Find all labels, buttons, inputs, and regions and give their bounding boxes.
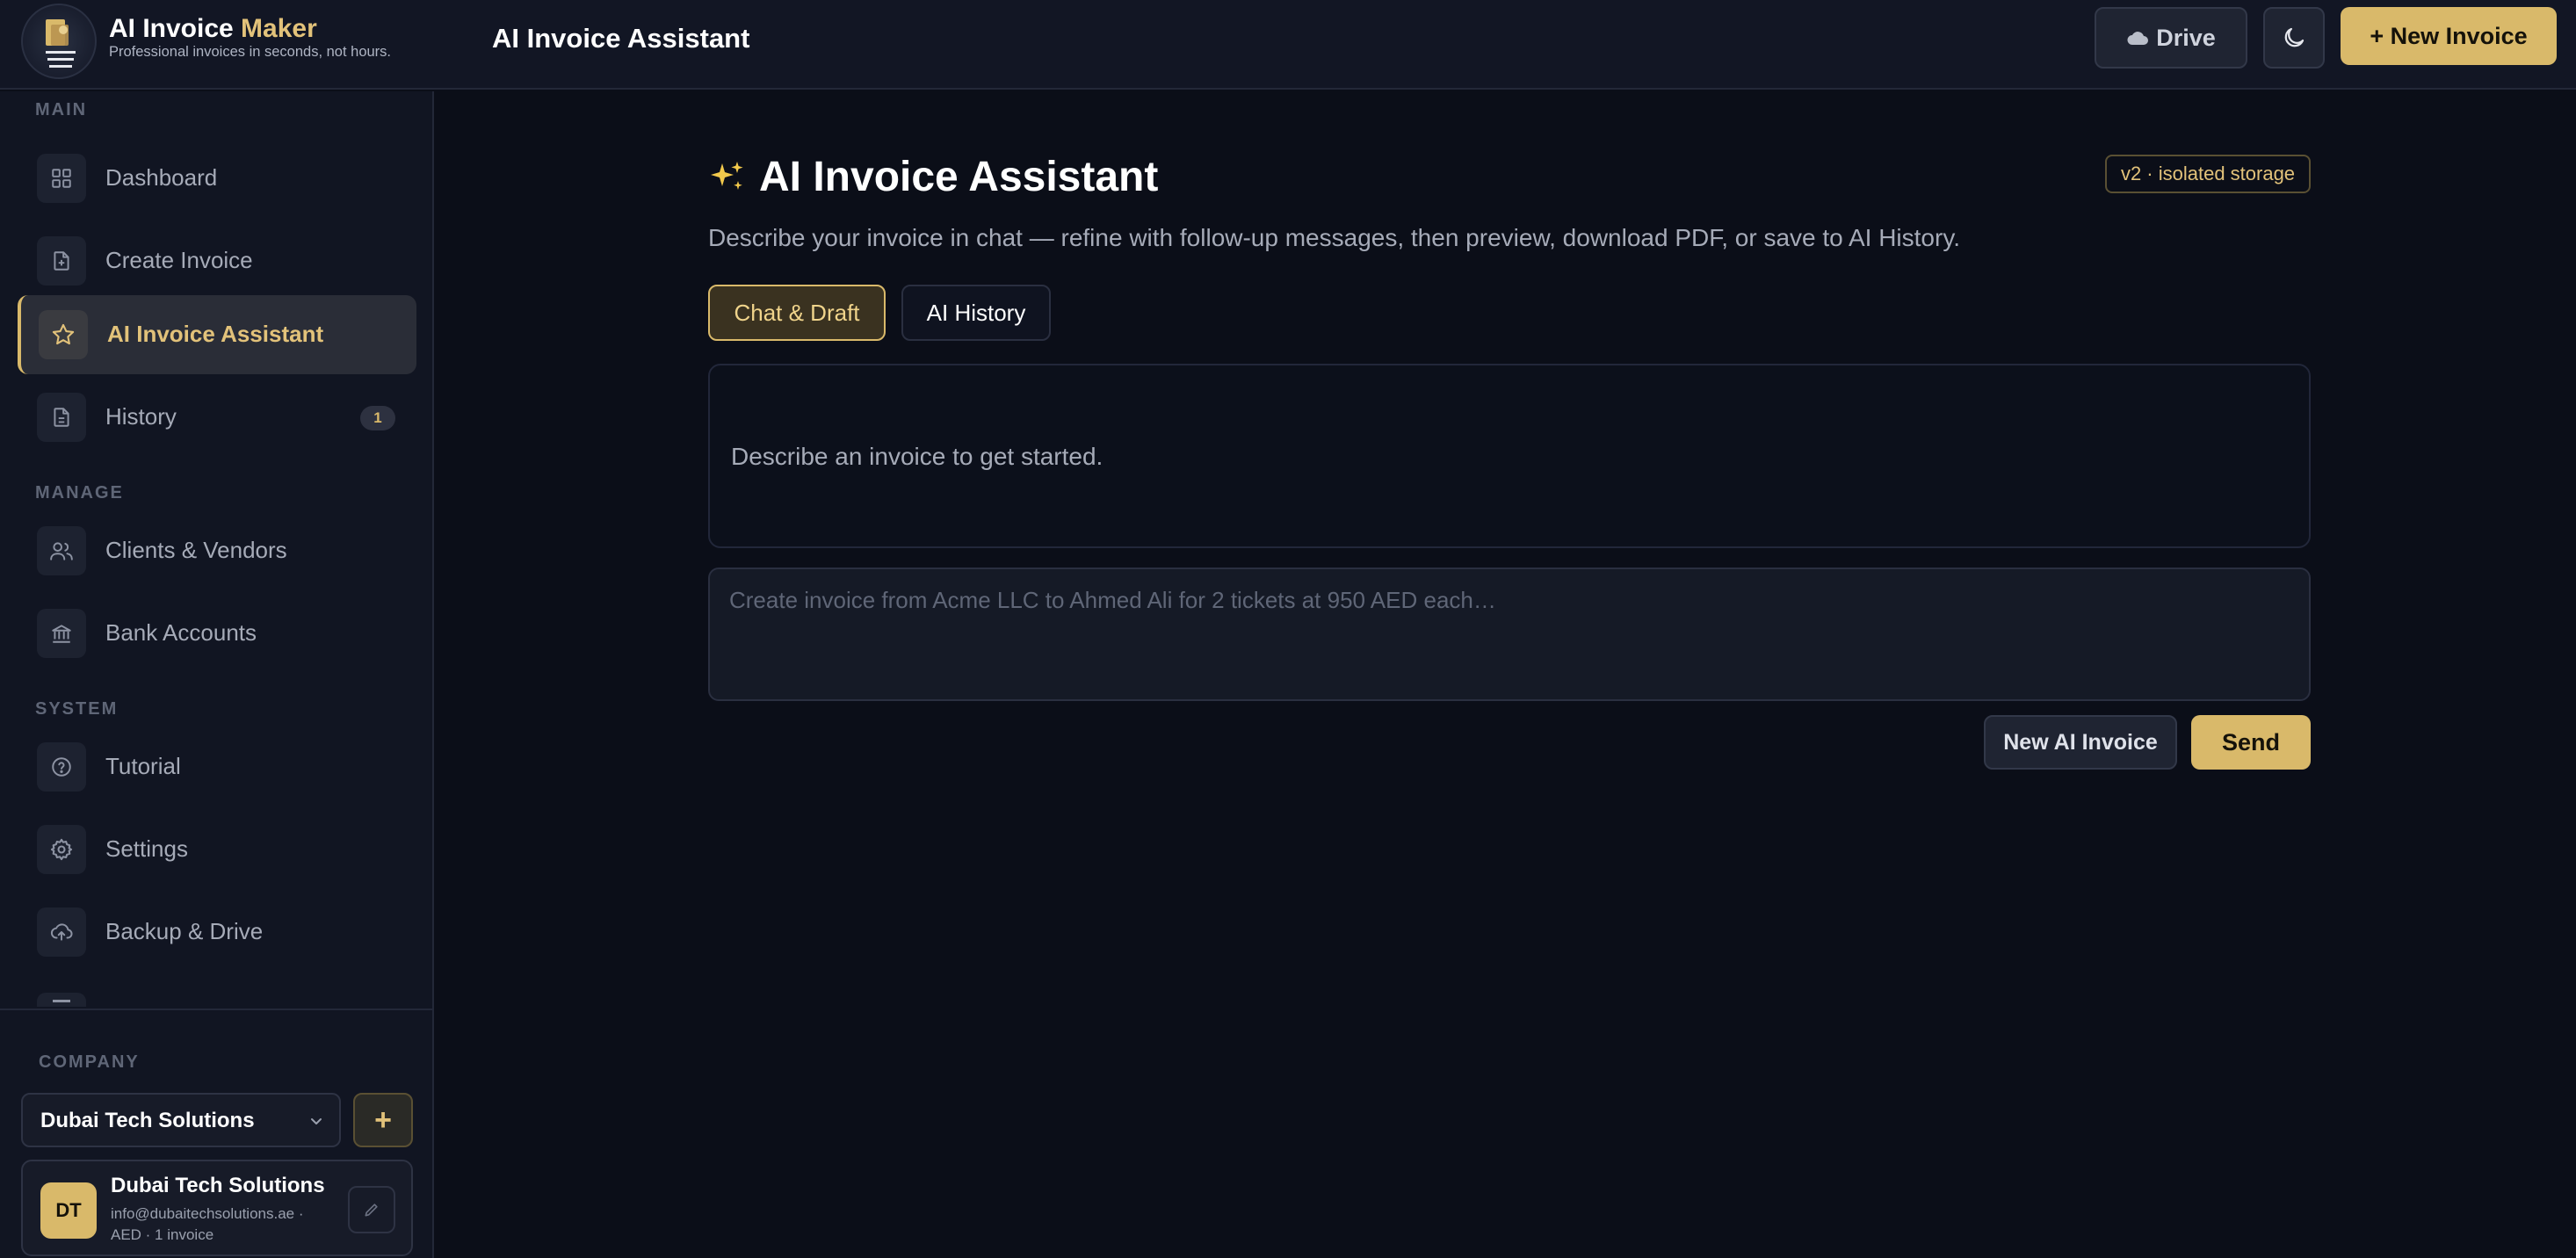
- app-title: AI Invoice Maker: [109, 14, 317, 44]
- gear-icon: [37, 825, 86, 874]
- file-plus-icon: [37, 236, 86, 286]
- tab-ai-history[interactable]: AI History: [901, 285, 1051, 341]
- new-invoice-button[interactable]: + New Invoice: [2341, 7, 2557, 65]
- chat-panel: Describe an invoice to get started.: [708, 364, 2311, 548]
- overflow-icon: [53, 1000, 70, 1002]
- main-title-text: AI Invoice Assistant: [759, 154, 1159, 200]
- theme-toggle-button[interactable]: [2263, 7, 2325, 69]
- document-icon: [37, 393, 86, 442]
- tab-chat-draft[interactable]: Chat & Draft: [708, 285, 886, 341]
- main-title: AI Invoice Assistant: [708, 153, 1158, 201]
- app-tagline: Professional invoices in seconds, not ho…: [109, 44, 392, 60]
- pencil-icon: [363, 1201, 380, 1218]
- section-label-main: MAIN: [35, 100, 88, 119]
- sidebar: MAIN Dashboard Create Invoice AI Invoice…: [0, 91, 434, 1258]
- section-label-manage: MANAGE: [35, 483, 124, 502]
- sidebar-item-label: AI Invoice Assistant: [107, 321, 324, 347]
- users-icon: [37, 526, 86, 575]
- drive-button[interactable]: Drive: [2095, 7, 2247, 69]
- cloud-upload-icon: [37, 907, 86, 957]
- sidebar-item-settings[interactable]: Settings: [18, 810, 416, 889]
- grid-icon: [37, 154, 86, 203]
- sidebar-item-dashboard[interactable]: Dashboard: [18, 139, 416, 218]
- version-badge: v2 · isolated storage: [2105, 155, 2311, 193]
- company-card: DT Dubai Tech Solutions info@dubaitechso…: [21, 1160, 413, 1256]
- drive-button-label: Drive: [2156, 24, 2216, 51]
- app-title-accent: Maker: [241, 14, 317, 43]
- send-button[interactable]: Send: [2191, 715, 2311, 770]
- company-select[interactable]: Dubai Tech Solutions: [21, 1093, 341, 1147]
- edit-company-button[interactable]: [348, 1186, 395, 1233]
- sidebar-item-backup-drive[interactable]: Backup & Drive: [18, 893, 416, 972]
- logo-icon[interactable]: [21, 4, 97, 79]
- star-icon: [39, 310, 88, 359]
- sidebar-item-label: Dashboard: [105, 164, 218, 191]
- help-circle-icon: [37, 742, 86, 792]
- sparkles-icon: [708, 158, 747, 197]
- company-name: Dubai Tech Solutions: [111, 1174, 325, 1197]
- chat-empty-message: Describe an invoice to get started.: [731, 443, 1103, 470]
- sidebar-item-ai-invoice-assistant[interactable]: AI Invoice Assistant: [18, 295, 416, 374]
- prompt-input[interactable]: Create invoice from Acme LLC to Ahmed Al…: [708, 568, 2311, 701]
- sidebar-item-label: Create Invoice: [105, 247, 253, 273]
- sidebar-item-label: Clients & Vendors: [105, 537, 287, 563]
- sidebar-divider: [0, 1009, 432, 1010]
- sidebar-item-bank-accounts[interactable]: Bank Accounts: [18, 594, 416, 673]
- sidebar-item-history[interactable]: History 1: [18, 378, 416, 457]
- top-bar: AI Invoice Maker Professional invoices i…: [0, 0, 2576, 90]
- page-title: AI Invoice Assistant: [492, 23, 750, 54]
- bank-icon: [37, 609, 86, 658]
- history-count-badge: 1: [360, 406, 395, 430]
- sidebar-item-label: Settings: [105, 835, 188, 862]
- section-label-company: COMPANY: [39, 1052, 140, 1072]
- avatar: DT: [40, 1182, 97, 1239]
- company-email: info@dubaitechsolutions.ae ·: [111, 1205, 304, 1222]
- sidebar-item-clients-vendors[interactable]: Clients & Vendors: [18, 511, 416, 590]
- moon-icon: [2281, 25, 2307, 51]
- sidebar-item-label: History: [105, 403, 177, 430]
- section-label-system: SYSTEM: [35, 699, 119, 719]
- add-company-button[interactable]: +: [353, 1093, 413, 1147]
- company-select-value: Dubai Tech Solutions: [40, 1109, 255, 1132]
- company-meta: AED · 1 invoice: [111, 1226, 214, 1243]
- sidebar-item-overflow[interactable]: [37, 993, 86, 1007]
- sidebar-item-label: Tutorial: [105, 753, 181, 779]
- sidebar-item-label: Bank Accounts: [105, 619, 257, 646]
- chevron-down-icon: [308, 1112, 325, 1130]
- main-description: Describe your invoice in chat — refine w…: [708, 224, 1961, 251]
- app-title-main: AI Invoice: [109, 14, 242, 43]
- sidebar-item-create-invoice[interactable]: Create Invoice: [18, 221, 416, 300]
- prompt-placeholder: Create invoice from Acme LLC to Ahmed Al…: [729, 587, 1496, 613]
- sidebar-item-tutorial[interactable]: Tutorial: [18, 727, 416, 806]
- new-ai-invoice-button[interactable]: New AI Invoice: [1984, 715, 2177, 770]
- cloud-icon: [2126, 29, 2149, 47]
- sidebar-item-label: Backup & Drive: [105, 918, 264, 944]
